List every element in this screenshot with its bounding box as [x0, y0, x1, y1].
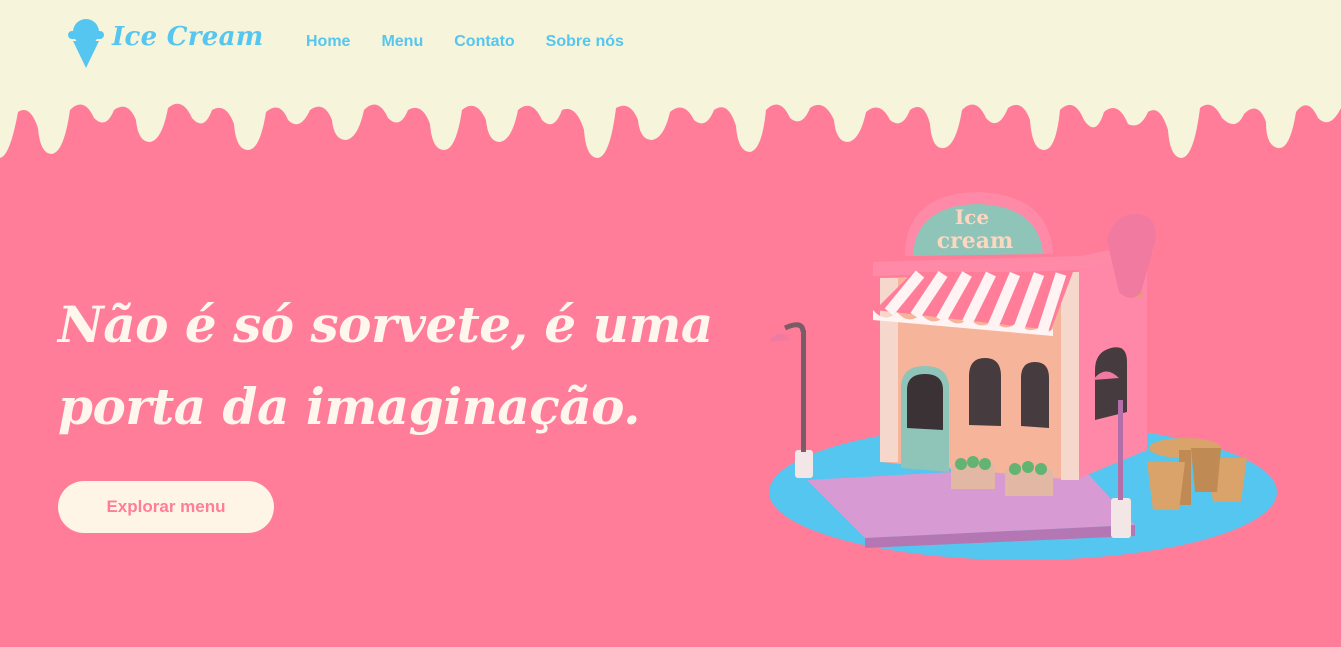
- shop-sign-line1: Ice: [955, 205, 989, 229]
- brand-logo[interactable]: Ice Cream: [66, 17, 264, 69]
- explore-menu-button[interactable]: Explorar menu: [58, 481, 274, 533]
- ice-cream-icon: [68, 19, 104, 68]
- nav-link-home[interactable]: Home: [306, 33, 350, 51]
- main-nav: Home Menu Contato Sobre nós: [306, 33, 624, 51]
- hero-title: Não é só sorvete, é uma porta da imagina…: [58, 295, 713, 436]
- nav-link-sobre-nos[interactable]: Sobre nós: [546, 33, 624, 51]
- site-header: Ice Cream Home Menu Contato Sobre nós: [0, 0, 1341, 86]
- nav-link-contato[interactable]: Contato: [454, 33, 514, 51]
- nav-link-menu[interactable]: Menu: [381, 33, 423, 51]
- brand-name: Ice Cream: [112, 22, 264, 52]
- ice-cream-shop-illustration: Ice cream: [769, 192, 1277, 560]
- shop-sign-line2: cream: [937, 228, 1014, 254]
